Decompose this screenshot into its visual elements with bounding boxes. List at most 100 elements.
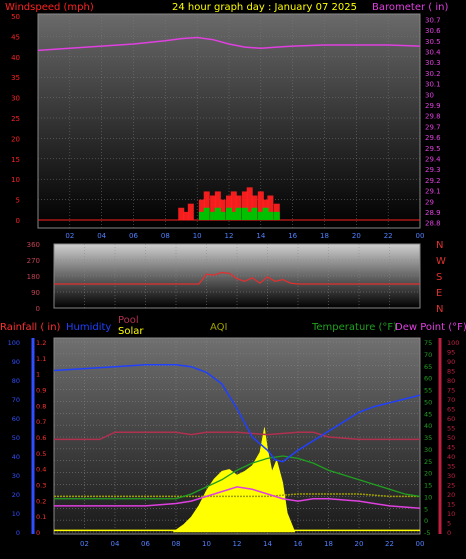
dewpoint-tick-label: 50 bbox=[447, 434, 455, 442]
windspeed-tick-label: 45 bbox=[11, 33, 20, 41]
temperature-tick-label: 10 bbox=[424, 493, 432, 501]
rain-tick-label: 0.7 bbox=[36, 418, 46, 426]
weather-graph-page: Windspeed (mph) 24 hour graph day : Janu… bbox=[0, 0, 466, 555]
legend-label: Temperature (°F) bbox=[311, 322, 397, 333]
dewpoint-tick-label: 65 bbox=[447, 406, 455, 414]
barometer-tick-label: 30.3 bbox=[425, 59, 441, 67]
hour-tick-label: 00 bbox=[416, 232, 425, 240]
dewpoint-tick-label: 30 bbox=[447, 472, 455, 480]
hour-tick-label: 14 bbox=[263, 540, 272, 548]
hour-tick-label: 20 bbox=[352, 232, 361, 240]
hour-tick-label: 12 bbox=[233, 540, 242, 548]
rain-tick-label: 0.1 bbox=[36, 513, 46, 521]
barometer-tick-label: 30.5 bbox=[425, 38, 441, 46]
temperature-tick-label: 20 bbox=[424, 470, 432, 478]
humidity-tick-label: 10 bbox=[12, 510, 20, 518]
compass-label: E bbox=[436, 288, 442, 299]
windspeed-tick-label: 25 bbox=[11, 115, 20, 123]
humidity-tick-label: 70 bbox=[12, 396, 20, 404]
temperature-tick-label: -5 bbox=[424, 529, 430, 537]
dewpoint-tick-label: 95 bbox=[447, 349, 455, 357]
temperature-tick-label: 30 bbox=[424, 446, 432, 454]
hour-tick-label: 10 bbox=[193, 232, 202, 240]
rain-tick-label: 0.5 bbox=[36, 450, 46, 458]
rain-tick-label: 1.2 bbox=[36, 339, 46, 347]
humidity-tick-label: 50 bbox=[12, 434, 20, 442]
barometer-tick-label: 28.8 bbox=[425, 220, 441, 228]
barometer-tick-label: 29.8 bbox=[425, 113, 441, 121]
dewpoint-tick-label: 40 bbox=[447, 453, 455, 461]
wind-average-bar bbox=[267, 211, 274, 220]
rain-tick-label: 0.2 bbox=[36, 497, 46, 505]
hour-tick-label: 02 bbox=[80, 540, 89, 548]
windspeed-tick-label: 15 bbox=[11, 156, 20, 164]
dewpoint-tick-label: 100 bbox=[447, 339, 459, 347]
dewpoint-tick-label: 75 bbox=[447, 387, 455, 395]
direction-tick-label: 0 bbox=[36, 305, 40, 313]
barometer-tick-label: 29.6 bbox=[425, 134, 441, 142]
dewpoint-tick-label: 0 bbox=[447, 529, 451, 537]
windspeed-tick-label: 10 bbox=[11, 176, 20, 184]
barometer-tick-label: 30.6 bbox=[425, 27, 441, 35]
compass-label: N bbox=[436, 304, 443, 315]
hour-tick-label: 08 bbox=[161, 232, 170, 240]
barometer-tick-label: 29.9 bbox=[425, 102, 441, 110]
wind-average-bar bbox=[235, 207, 242, 220]
hour-tick-label: 18 bbox=[320, 232, 329, 240]
humidity-tick-label: 80 bbox=[12, 377, 20, 385]
hour-tick-label: 00 bbox=[416, 540, 425, 548]
hour-tick-label: 22 bbox=[384, 232, 393, 240]
page-title: 24 hour graph day : January 07 2025 bbox=[172, 2, 357, 13]
wind-gust-bar bbox=[187, 203, 194, 220]
dewpoint-tick-label: 70 bbox=[447, 396, 455, 404]
dewpoint-tick-label: 90 bbox=[447, 358, 455, 366]
barometer-tick-label: 29.7 bbox=[425, 123, 441, 131]
barometer-tick-label: 30.4 bbox=[425, 48, 441, 56]
hour-tick-label: 06 bbox=[141, 540, 150, 548]
temperature-tick-label: 50 bbox=[424, 398, 432, 406]
temperature-tick-label: 0 bbox=[424, 517, 428, 525]
humidity-tick-label: 90 bbox=[12, 358, 20, 366]
temperature-tick-label: 75 bbox=[424, 339, 432, 347]
legend-label: Rainfall ( in) bbox=[0, 322, 61, 333]
wind-average-bar bbox=[273, 211, 280, 220]
dewpoint-tick-label: 45 bbox=[447, 444, 455, 452]
humidity-tick-label: 40 bbox=[12, 453, 20, 461]
rain-tick-label: 0.9 bbox=[36, 387, 46, 395]
direction-tick-label: 360 bbox=[27, 241, 40, 249]
barometer-tick-label: 29.5 bbox=[425, 145, 441, 153]
barometer-tick-label: 29.2 bbox=[425, 177, 441, 185]
dewpoint-tick-label: 60 bbox=[447, 415, 455, 423]
barometer-tick-label: 30 bbox=[425, 91, 434, 99]
weather-graph-canvas: Windspeed (mph) 24 hour graph day : Janu… bbox=[0, 2, 466, 548]
compass-label: S bbox=[436, 272, 442, 283]
direction-tick-label: 270 bbox=[27, 257, 40, 265]
windspeed-tick-label: 20 bbox=[11, 135, 20, 143]
hour-tick-label: 20 bbox=[355, 540, 364, 548]
humidity-tick-label: 30 bbox=[12, 472, 20, 480]
barometer-tick-label: 29.1 bbox=[425, 188, 441, 196]
dewpoint-tick-label: 15 bbox=[447, 501, 455, 509]
hour-tick-label: 04 bbox=[97, 232, 106, 240]
compass-label: N bbox=[436, 240, 443, 251]
temperature-tick-label: 45 bbox=[424, 410, 432, 418]
legend-label: AQI bbox=[210, 322, 228, 333]
barometer-tick-label: 30.2 bbox=[425, 70, 441, 78]
barometer-tick-label: 29 bbox=[425, 198, 434, 206]
rain-tick-label: 0.6 bbox=[36, 434, 46, 442]
dewpoint-tick-label: 10 bbox=[447, 510, 455, 518]
dewpoint-tick-label: 5 bbox=[447, 520, 451, 528]
windspeed-tick-label: 40 bbox=[11, 54, 20, 62]
hour-tick-label: 12 bbox=[225, 232, 234, 240]
temperature-tick-label: 55 bbox=[424, 387, 432, 395]
temperature-tick-label: 15 bbox=[424, 482, 432, 490]
hour-tick-label: 22 bbox=[385, 540, 394, 548]
hour-tick-label: 06 bbox=[129, 232, 138, 240]
humidity-tick-label: 60 bbox=[12, 415, 20, 423]
dewpoint-tick-label: 20 bbox=[447, 491, 455, 499]
wind-average-bar bbox=[251, 207, 258, 220]
legend-label: Humidity bbox=[66, 322, 111, 333]
temperature-tick-label: 40 bbox=[424, 422, 432, 430]
windspeed-tick-label: 0 bbox=[16, 217, 20, 225]
temperature-tick-label: 60 bbox=[424, 375, 432, 383]
